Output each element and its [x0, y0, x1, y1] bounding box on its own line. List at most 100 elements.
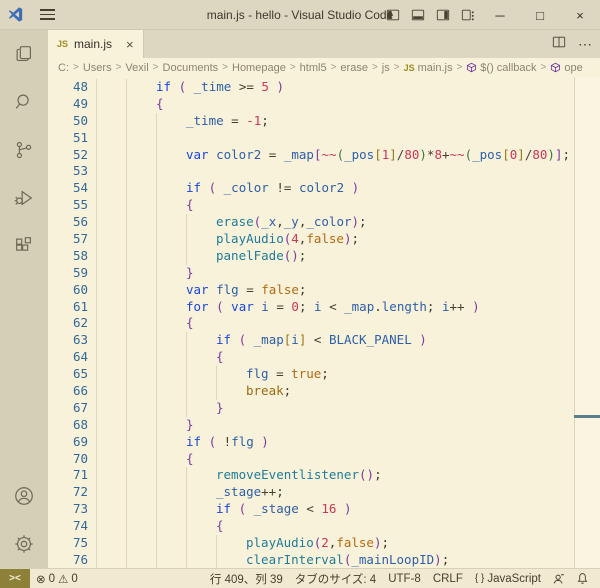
- maximize-button[interactable]: □: [520, 0, 560, 30]
- line-number[interactable]: 51: [48, 130, 88, 147]
- line-number[interactable]: 49: [48, 96, 88, 113]
- code-line[interactable]: 72_stage++;: [48, 484, 600, 501]
- code-line[interactable]: 59}: [48, 265, 600, 282]
- line-number[interactable]: 53: [48, 163, 88, 180]
- code-line[interactable]: 48if ( _time >= 5 ): [48, 79, 600, 96]
- more-actions-icon[interactable]: ⋯: [578, 36, 592, 53]
- split-editor-icon[interactable]: [552, 35, 566, 54]
- line-number[interactable]: 48: [48, 79, 88, 96]
- breadcrumb-item[interactable]: Homepage: [232, 62, 286, 74]
- code-line[interactable]: 55{: [48, 197, 600, 214]
- minimize-button[interactable]: ─: [480, 0, 520, 30]
- close-button[interactable]: ×: [560, 0, 600, 30]
- toggle-secondary-sidebar-icon[interactable]: [430, 0, 455, 30]
- code-editor[interactable]: 48if ( _time >= 5 )49{50_time = -1;5152v…: [48, 77, 600, 568]
- line-number[interactable]: 72: [48, 484, 88, 501]
- line-number[interactable]: 69: [48, 434, 88, 451]
- line-number[interactable]: 64: [48, 349, 88, 366]
- settings-gear-icon[interactable]: [0, 520, 48, 568]
- code-line[interactable]: 51: [48, 130, 600, 147]
- code-line[interactable]: 52var color2 = _map[~~(_pos[1]/80)*8+~~(…: [48, 147, 600, 164]
- code-line[interactable]: 56erase(_x,_y,_color);: [48, 214, 600, 231]
- run-debug-icon[interactable]: [0, 174, 48, 222]
- code-line[interactable]: 58panelFade();: [48, 248, 600, 265]
- line-number[interactable]: 62: [48, 315, 88, 332]
- breadcrumb-item[interactable]: Documents: [163, 62, 219, 74]
- code-line[interactable]: 66break;: [48, 383, 600, 400]
- js-file-icon: JS: [404, 63, 415, 73]
- code-line[interactable]: 60var flg = false;: [48, 282, 600, 299]
- code-line[interactable]: 49{: [48, 96, 600, 113]
- search-icon[interactable]: [0, 78, 48, 126]
- code-line[interactable]: 57playAudio(4,false);: [48, 231, 600, 248]
- code-line[interactable]: 64{: [48, 349, 600, 366]
- line-number[interactable]: 63: [48, 332, 88, 349]
- source-control-icon[interactable]: [0, 126, 48, 174]
- code-line[interactable]: 65flg = true;: [48, 366, 600, 383]
- line-number[interactable]: 67: [48, 400, 88, 417]
- eol-status[interactable]: CRLF: [427, 573, 469, 585]
- customize-layout-icon[interactable]: [455, 0, 480, 30]
- line-number[interactable]: 60: [48, 282, 88, 299]
- line-number[interactable]: 66: [48, 383, 88, 400]
- line-number[interactable]: 68: [48, 417, 88, 434]
- breadcrumb-item[interactable]: Users: [83, 62, 112, 74]
- line-number[interactable]: 58: [48, 248, 88, 265]
- menu-icon[interactable]: [34, 9, 60, 20]
- code-line[interactable]: 63if ( _map[i] < BLACK_PANEL ): [48, 332, 600, 349]
- line-number[interactable]: 76: [48, 552, 88, 568]
- line-number[interactable]: 70: [48, 451, 88, 468]
- remote-indicator[interactable]: ><: [0, 569, 30, 588]
- code-line[interactable]: 50_time = -1;: [48, 113, 600, 130]
- cursor-position-status[interactable]: 行 409、列 39: [204, 571, 289, 587]
- breadcrumb-item[interactable]: JSmain.js: [404, 62, 453, 74]
- line-number[interactable]: 61: [48, 299, 88, 316]
- code-line[interactable]: 67}: [48, 400, 600, 417]
- code-line[interactable]: 74{: [48, 518, 600, 535]
- code-line[interactable]: 68}: [48, 417, 600, 434]
- line-number[interactable]: 56: [48, 214, 88, 231]
- code-line[interactable]: 70{: [48, 451, 600, 468]
- code-line[interactable]: 76clearInterval(_mainLoopID);: [48, 552, 600, 568]
- breadcrumb-item[interactable]: ope: [550, 62, 582, 74]
- toggle-panel-icon[interactable]: [405, 0, 430, 30]
- code-line[interactable]: 75playAudio(2,false);: [48, 535, 600, 552]
- line-number[interactable]: 57: [48, 231, 88, 248]
- language-status[interactable]: { } JavaScript: [469, 573, 547, 585]
- tab-close-icon[interactable]: ×: [126, 37, 134, 52]
- code-line[interactable]: 54if ( _color != color2 ): [48, 180, 600, 197]
- code-line[interactable]: 73if ( _stage < 16 ): [48, 501, 600, 518]
- overview-ruler[interactable]: [574, 77, 600, 568]
- line-number[interactable]: 75: [48, 535, 88, 552]
- breadcrumb-item[interactable]: $() callback: [466, 62, 536, 74]
- explorer-icon[interactable]: [0, 30, 48, 78]
- feedback-icon[interactable]: [547, 572, 571, 586]
- line-number[interactable]: 73: [48, 501, 88, 518]
- line-number[interactable]: 55: [48, 197, 88, 214]
- line-number[interactable]: 59: [48, 265, 88, 282]
- line-number[interactable]: 52: [48, 147, 88, 164]
- breadcrumb-item[interactable]: Vexil: [125, 62, 148, 74]
- breadcrumb-item[interactable]: erase: [340, 62, 368, 74]
- toggle-primary-sidebar-icon[interactable]: [380, 0, 405, 30]
- encoding-status[interactable]: UTF-8: [382, 573, 427, 585]
- code-line[interactable]: 53: [48, 163, 600, 180]
- code-line[interactable]: 61for ( var i = 0; i < _map.length; i++ …: [48, 299, 600, 316]
- breadcrumb-item[interactable]: js: [382, 62, 390, 74]
- extensions-icon[interactable]: [0, 222, 48, 270]
- breadcrumb-item[interactable]: html5: [300, 62, 327, 74]
- line-number[interactable]: 50: [48, 113, 88, 130]
- line-number[interactable]: 65: [48, 366, 88, 383]
- accounts-icon[interactable]: [0, 472, 48, 520]
- breadcrumb-item[interactable]: C:: [58, 62, 69, 74]
- problems-status[interactable]: ⊗ 0 ⚠ 0: [30, 572, 84, 586]
- tab-main-js[interactable]: JS main.js ×: [48, 30, 144, 58]
- line-number[interactable]: 54: [48, 180, 88, 197]
- line-number[interactable]: 74: [48, 518, 88, 535]
- notifications-bell-icon[interactable]: [571, 572, 594, 585]
- code-line[interactable]: 69if ( !flg ): [48, 434, 600, 451]
- code-line[interactable]: 62{: [48, 315, 600, 332]
- code-line[interactable]: 71removeEventlistener();: [48, 467, 600, 484]
- indentation-status[interactable]: タブのサイズ: 4: [289, 571, 382, 587]
- line-number[interactable]: 71: [48, 467, 88, 484]
